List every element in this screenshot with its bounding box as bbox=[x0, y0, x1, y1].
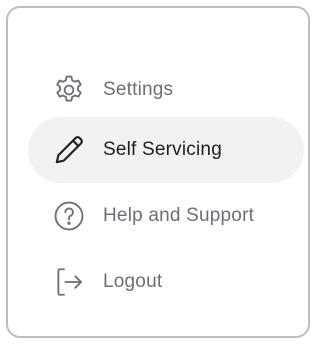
menu-item-label: Settings bbox=[103, 79, 174, 100]
menu-item-self-servicing[interactable]: Self Servicing bbox=[28, 117, 304, 183]
question-circle-icon bbox=[52, 199, 86, 233]
menu-item-settings[interactable]: Settings bbox=[28, 57, 304, 123]
menu-item-logout[interactable]: Logout bbox=[28, 249, 304, 315]
gear-icon bbox=[52, 73, 86, 107]
logout-icon bbox=[52, 265, 86, 299]
menu-item-help-and-support[interactable]: Help and Support bbox=[28, 183, 304, 249]
user-menu-panel: Settings Self Servicing Help and Support bbox=[6, 6, 310, 338]
menu-item-label: Logout bbox=[103, 271, 163, 292]
menu-item-label: Self Servicing bbox=[103, 139, 222, 160]
pencil-icon bbox=[52, 133, 86, 167]
menu-item-label: Help and Support bbox=[103, 205, 255, 226]
